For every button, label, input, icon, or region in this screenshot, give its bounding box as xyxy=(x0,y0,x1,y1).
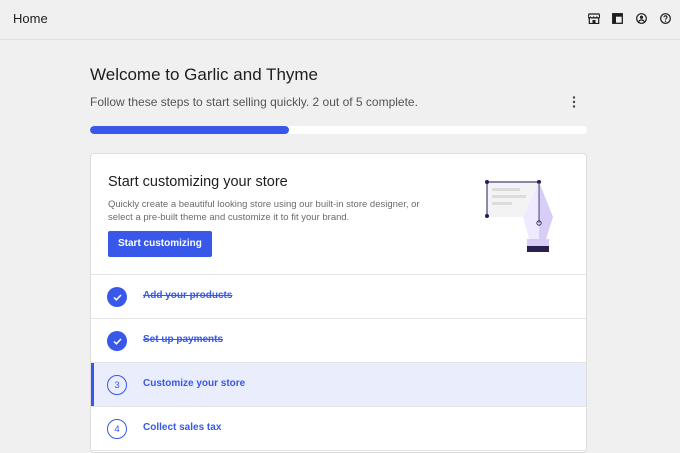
page-title: Home xyxy=(13,11,48,26)
help-icon[interactable] xyxy=(658,11,673,26)
more-options-icon[interactable] xyxy=(567,94,581,110)
pen-tool-illustration xyxy=(485,180,553,252)
welcome-title: Welcome to Garlic and Thyme xyxy=(90,65,319,84)
task-number: 4 xyxy=(107,419,127,439)
top-bar: Home xyxy=(0,0,680,40)
progress-text: Follow these steps to start selling quic… xyxy=(90,95,418,109)
task-label: Set up payments xyxy=(143,334,224,345)
check-icon xyxy=(107,287,127,307)
task-item-set-up-payments[interactable]: Set up payments xyxy=(91,319,586,363)
hero-title: Start customizing your store xyxy=(108,174,288,190)
progress-bar xyxy=(90,126,587,134)
hero-description: Quickly create a beautiful looking store… xyxy=(108,199,420,223)
store-icon[interactable] xyxy=(586,11,601,26)
check-icon xyxy=(107,331,127,351)
task-label: Add your products xyxy=(143,290,233,301)
task-list-card: Start customizing your store Quickly cre… xyxy=(90,153,587,453)
start-customizing-button[interactable]: Start customizing xyxy=(108,231,212,257)
task-hero: Start customizing your store Quickly cre… xyxy=(91,154,586,275)
task-item-collect-sales-tax[interactable]: 4 Collect sales tax xyxy=(91,407,586,451)
task-item-add-products[interactable]: Add your products xyxy=(91,275,586,319)
progress-bar-fill xyxy=(90,126,289,134)
task-item-customize-store[interactable]: 3 Customize your store xyxy=(91,363,586,407)
account-icon[interactable] xyxy=(634,11,649,26)
header-actions xyxy=(586,11,673,26)
task-label: Collect sales tax xyxy=(143,422,222,433)
task-number: 3 xyxy=(107,375,127,395)
layout-icon[interactable] xyxy=(610,11,625,26)
task-label: Customize your store xyxy=(143,378,246,389)
